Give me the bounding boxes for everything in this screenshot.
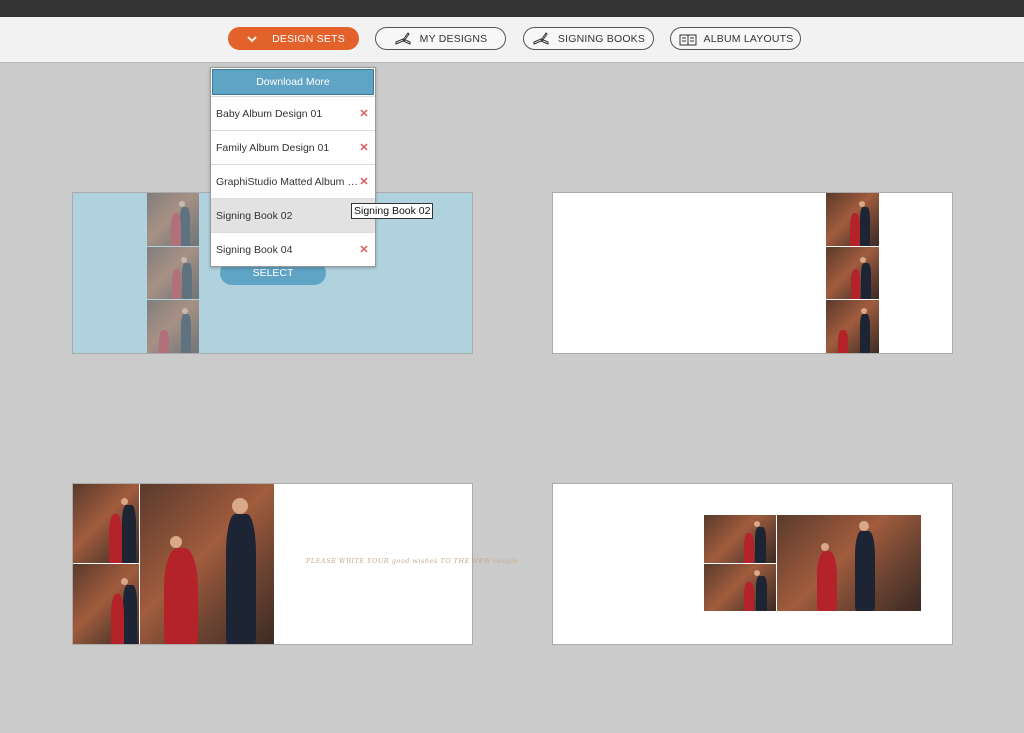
tooltip: Signing Book 02 <box>351 203 434 219</box>
album-layouts-button[interactable]: ALBUM LAYOUTS <box>670 27 801 50</box>
design-sets-dropdown: Download More Baby Album Design 01 ✕ Fam… <box>210 67 376 267</box>
close-icon[interactable]: ✕ <box>358 141 370 154</box>
photo-thumbnail <box>73 484 139 563</box>
design-card-2[interactable] <box>552 192 953 354</box>
photo-thumbnail <box>704 515 776 563</box>
my-designs-button[interactable]: MY DESIGNS <box>375 27 506 50</box>
photo-thumbnail <box>147 193 199 246</box>
photo-thumbnail <box>704 564 776 611</box>
my-designs-label: MY DESIGNS <box>419 32 488 45</box>
design-set-label: Family Album Design 01 <box>216 141 330 154</box>
pen-book-icon <box>532 31 552 47</box>
photo-thumbnail <box>73 564 139 644</box>
design-set-label: Signing Book 04 <box>216 243 293 256</box>
close-icon[interactable]: ✕ <box>358 175 370 188</box>
top-navigation: DESIGN SETS MY DESIGNS SIGNING BOOKS ALB… <box>0 17 1024 63</box>
close-icon[interactable]: ✕ <box>358 107 370 120</box>
good-wishes-text: PLEASE WRITE YOUR good wishes TO THE NEW… <box>306 557 519 565</box>
photo-thumbnail <box>147 300 199 353</box>
signing-books-label: SIGNING BOOKS <box>557 32 646 45</box>
design-set-label: Signing Book 02 <box>216 209 293 222</box>
photo-large <box>140 484 274 644</box>
design-set-item[interactable]: GraphiStudio Matted Album Design 01 ✕ <box>211 164 375 198</box>
design-card-4[interactable] <box>552 483 953 645</box>
design-sets-button[interactable]: DESIGN SETS <box>228 27 359 50</box>
album-layouts-label: ALBUM LAYOUTS <box>703 32 794 45</box>
design-set-label: GraphiStudio Matted Album Design 01 <box>216 175 358 188</box>
chevron-down-icon <box>242 31 262 47</box>
design-set-item[interactable]: Baby Album Design 01 ✕ <box>211 96 375 130</box>
design-set-label: Baby Album Design 01 <box>216 107 323 120</box>
pen-book-icon <box>394 31 414 47</box>
photo-thumbnail <box>147 247 199 299</box>
window-top-bar <box>0 0 1024 17</box>
album-icon <box>678 31 698 47</box>
close-icon[interactable]: ✕ <box>358 243 370 256</box>
signing-books-button[interactable]: SIGNING BOOKS <box>523 27 654 50</box>
photo-large <box>777 515 921 611</box>
photo-thumbnail <box>826 193 879 246</box>
design-sets-label: DESIGN SETS <box>272 32 345 45</box>
design-set-item[interactable]: Signing Book 04 ✕ <box>211 232 375 266</box>
photo-thumbnail <box>826 247 879 299</box>
photo-thumbnail <box>826 300 879 353</box>
design-set-item[interactable]: Family Album Design 01 ✕ <box>211 130 375 164</box>
download-more-button[interactable]: Download More <box>212 69 374 95</box>
